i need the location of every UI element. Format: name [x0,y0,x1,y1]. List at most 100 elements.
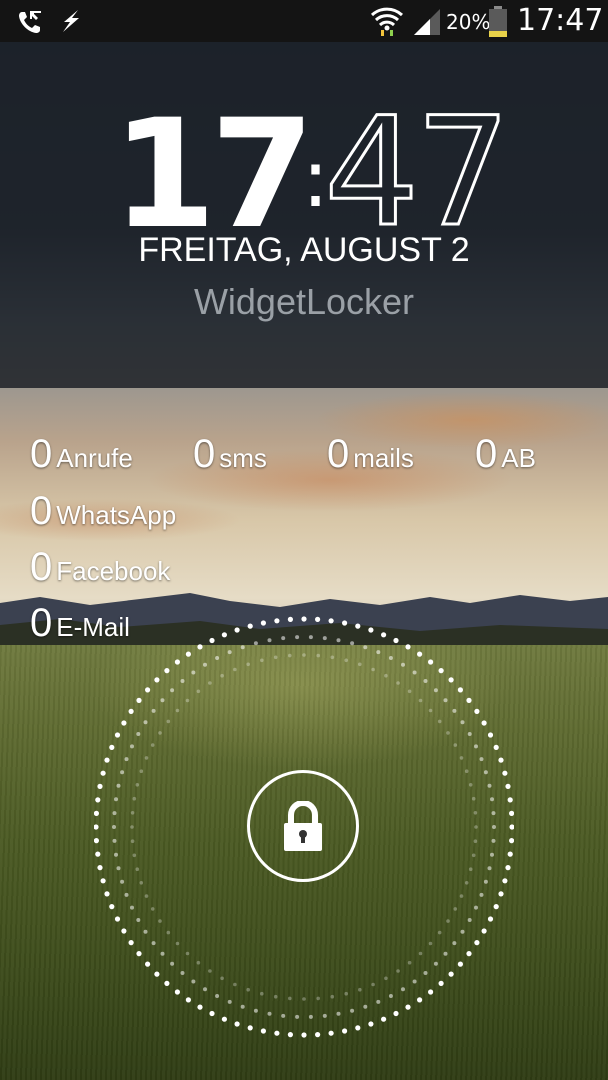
counter-label: sms [219,443,267,473]
ring-dot [267,1011,272,1016]
counter-anrufe: 0 Anrufe [30,432,133,477]
ring-dot [342,620,348,626]
status-clock: 17:47 [517,3,604,38]
ring-dot [507,851,513,857]
ring-dot [215,656,220,660]
ring-dot [344,991,348,996]
ring-dot [240,645,245,650]
ring-dot [474,905,478,910]
ring-dot [316,996,320,1001]
padlock-icon [284,801,322,851]
ring-dot [158,731,162,735]
ring-dot [487,732,494,738]
flash-icon [63,10,79,32]
ring-dot [490,797,494,802]
ring-dot [166,930,171,935]
ring-dot [97,783,103,789]
ring-dot [288,653,292,658]
ring-dot [479,757,484,762]
battery-icon [489,6,507,37]
ring-dot [388,656,393,660]
ring-dot [227,999,232,1004]
ring-dot [505,865,511,871]
ring-dot [428,941,433,946]
ring-dot [180,679,185,683]
ring-dot [401,662,405,667]
ring-dot [384,976,388,981]
ring-dot [185,997,191,1003]
ring-dot [466,697,472,703]
ring-dot [466,951,472,957]
ring-dot [130,744,134,749]
ring-dot [174,989,180,995]
ring-dot [316,653,320,658]
ring-dot [467,732,472,736]
ring-dot [407,689,412,694]
ring-dot [94,838,99,844]
counter-count: 0 [475,432,498,476]
ring-dot [301,616,307,622]
ring-dot [509,838,514,844]
ring-dot [196,960,201,965]
ring-dot [302,997,306,1001]
ring-dot [464,769,469,773]
ring-dot [417,651,423,657]
ring-dot [423,971,428,975]
ring-dot [109,744,115,750]
ring-dot [247,623,253,629]
unlock-button[interactable] [247,770,359,882]
ring-dot [459,756,464,760]
ring-dot [180,971,185,975]
ring-dot [457,961,463,967]
counter-label: Facebook [56,556,171,586]
ring-dot [371,982,375,987]
ring-dot [344,658,348,663]
ring-dot [246,987,250,992]
ring-dot [260,1028,266,1034]
ring-dot [467,918,472,922]
ring-dot [197,1004,203,1010]
ring-dot [114,732,121,738]
ring-dot [474,744,478,749]
ring-dot [376,650,381,655]
ring-dot [273,994,278,999]
ring-dot [457,687,463,693]
ring-dot [136,951,142,957]
ring-dot [164,668,170,674]
ring-dot [384,673,388,678]
call-forward-icon [19,11,41,33]
ring-dot [260,658,264,663]
ring-dot [452,708,457,713]
ring-dot [418,698,423,703]
ring-dot [121,928,127,934]
ring-dot [468,783,473,787]
ring-dot [493,744,499,750]
ring-dot [474,708,480,714]
ring-dot [350,641,355,646]
ring-dot [246,662,250,667]
ring-dot [234,627,240,633]
ring-dot [479,892,484,897]
counter-ab: 0 AB [475,432,536,477]
ring-dot [274,618,280,624]
wifi-icon [370,7,404,36]
ring-dot [460,720,465,725]
ring-dot [128,708,134,714]
ring-dot [136,732,141,736]
ring-dot [481,720,487,726]
counter-whatsapp: 0 WhatsApp [30,489,176,534]
ring-dot [358,662,362,667]
ring-dot [423,679,428,683]
counter-label: AB [501,443,536,473]
ring-dot [371,667,375,672]
ring-dot [336,1011,341,1016]
ring-dot [104,757,110,763]
ring-dot [452,941,457,946]
ring-dot [490,852,494,857]
status-bar: 20% 17:47 [0,0,608,42]
ring-dot [473,839,478,843]
ring-dot [471,796,476,801]
ring-dot [136,918,141,922]
ring-dot [433,961,438,966]
ring-dot [473,811,478,815]
